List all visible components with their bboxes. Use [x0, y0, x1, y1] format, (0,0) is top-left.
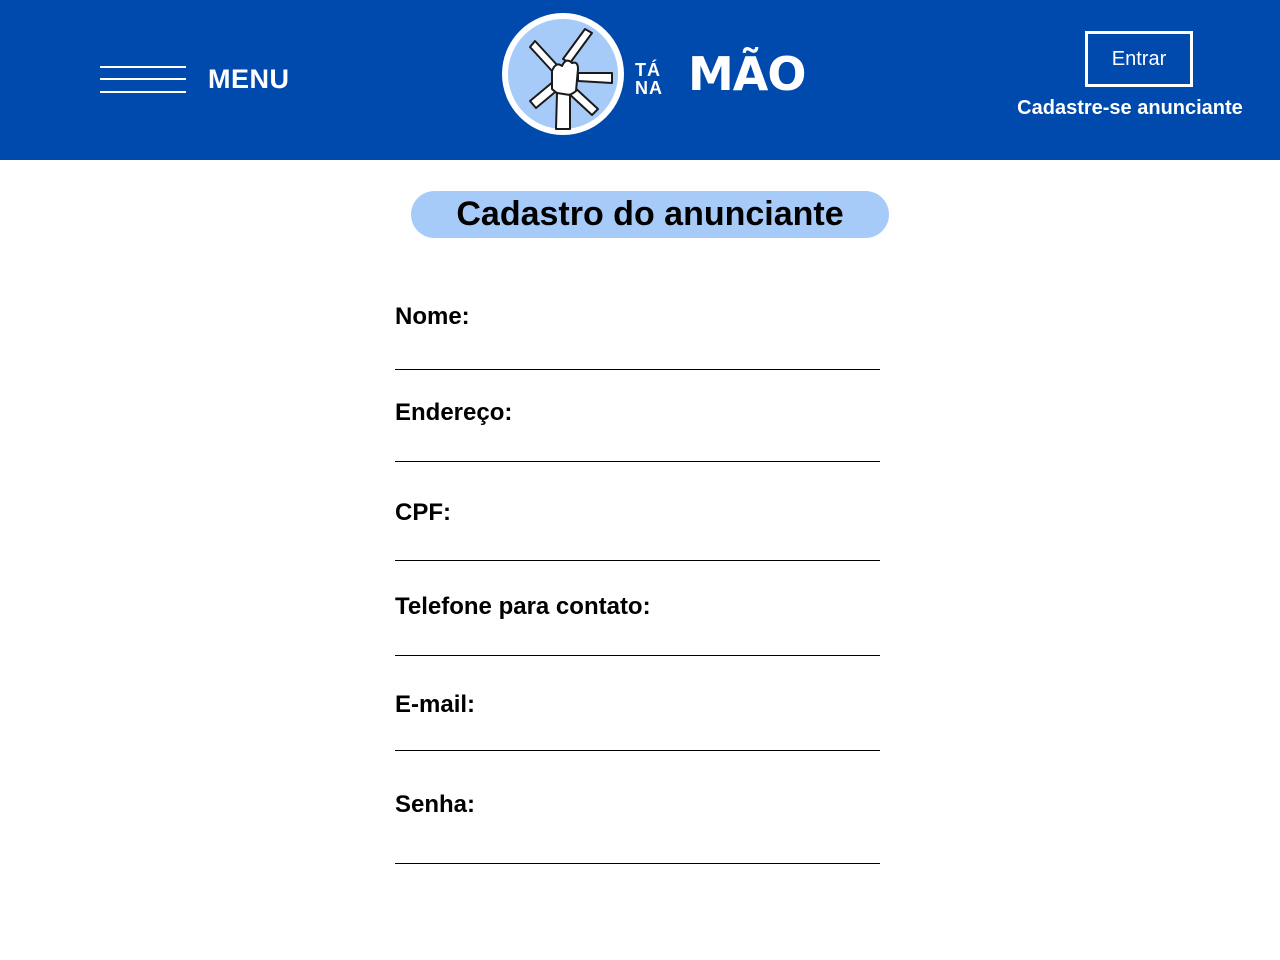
- hands-together-logo-icon: [502, 13, 624, 135]
- page-title: Cadastro do anunciante: [411, 191, 889, 238]
- phone-input[interactable]: [395, 626, 880, 656]
- top-header: MENU TÁ NA MÃO Entrar Cadastre-se anunci…: [0, 0, 1280, 160]
- phone-label: Telefone para contato:: [395, 593, 651, 620]
- email-input[interactable]: [395, 721, 880, 751]
- menu-label: MENU: [208, 64, 290, 94]
- password-label: Senha:: [395, 791, 476, 818]
- name-label: Nome:: [395, 303, 470, 330]
- address-input[interactable]: [395, 432, 880, 462]
- logo-text-mao: MÃO: [688, 47, 806, 101]
- address-label: Endereço:: [395, 399, 513, 426]
- site-logo[interactable]: TÁ NA MÃO: [500, 11, 830, 137]
- menu-button[interactable]: MENU: [100, 58, 300, 98]
- login-button[interactable]: Entrar: [1085, 31, 1193, 87]
- signup-advertiser-link[interactable]: Cadastre-se anunciante: [1010, 97, 1250, 120]
- logo-text-ta: TÁ: [635, 60, 661, 80]
- logo-text-na: NA: [635, 78, 663, 98]
- hamburger-icon: [100, 62, 186, 93]
- name-input[interactable]: [395, 340, 880, 370]
- cpf-input[interactable]: [395, 531, 880, 561]
- cpf-label: CPF:: [395, 499, 451, 526]
- password-input[interactable]: [395, 834, 880, 864]
- email-label: E-mail:: [395, 691, 476, 718]
